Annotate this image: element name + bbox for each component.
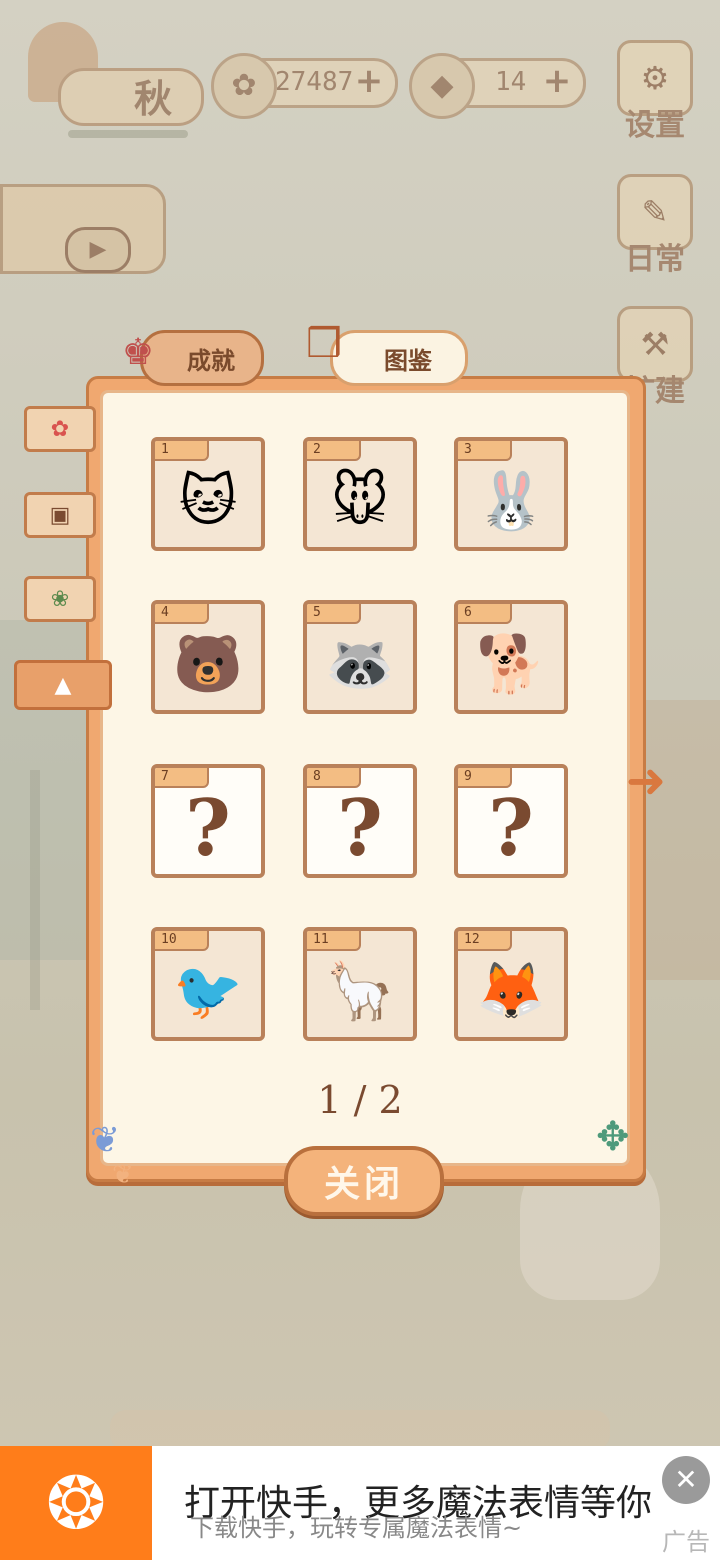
card-number: 6 xyxy=(458,604,512,624)
trophy-icon: ♚ xyxy=(121,331,155,373)
character-card[interactable]: 12 🦊 xyxy=(454,927,568,1041)
add-fish-coin-button[interactable]: + xyxy=(353,64,385,98)
card-number: 4 xyxy=(155,604,209,624)
photo-icon: ▣ xyxy=(49,502,71,528)
cheese-value: 14 xyxy=(495,67,527,97)
small-butterfly-icon: ❦ xyxy=(112,1160,134,1190)
book-icon: ❒ xyxy=(306,321,342,367)
category-tab-animals[interactable]: ▲ xyxy=(14,660,112,710)
raccoon-icon: 🦝 xyxy=(325,632,395,697)
category-tab-photo[interactable]: ▣ xyxy=(24,492,96,538)
season-indicator: 秋 xyxy=(28,22,204,138)
card-number: 3 xyxy=(458,441,512,461)
settings-label: 设置 xyxy=(625,108,685,143)
background-lamp xyxy=(30,770,40,1010)
ad-label: 广告 xyxy=(662,1528,710,1556)
bouquet-icon: ❀ xyxy=(50,586,70,612)
cat-silhouette-icon: ▲ xyxy=(54,672,72,698)
fish-coin-value: 27487 xyxy=(275,67,354,97)
category-tab-bouquet[interactable]: ❀ xyxy=(24,576,96,622)
daily-label: 日常 xyxy=(625,242,685,277)
rose-icon: ✿ xyxy=(50,416,70,442)
bear-icon: 🐻 xyxy=(173,632,243,697)
background-shop xyxy=(640,700,720,980)
page-indicator: 1 / 2 xyxy=(317,1078,403,1122)
background-bottom-buttons xyxy=(110,1410,610,1450)
next-page-arrow-icon[interactable]: ➜ xyxy=(618,753,674,809)
character-card[interactable]: 8? xyxy=(303,764,417,878)
character-card[interactable]: 6 🐕 xyxy=(454,600,568,714)
video-reward-button[interactable]: ▶ xyxy=(0,184,166,274)
cheese-counter[interactable]: ◆ 14 + xyxy=(409,53,586,119)
card-number: 12 xyxy=(458,931,512,951)
question-icon: ? xyxy=(185,782,231,874)
card-number: 5 xyxy=(307,604,361,624)
fox-icon: 🦊 xyxy=(476,959,546,1024)
character-card[interactable]: 7? xyxy=(151,764,265,878)
card-number: 1 xyxy=(155,441,209,461)
ad-close-button[interactable]: ✕ xyxy=(662,1456,710,1504)
season-progress-bar xyxy=(68,130,188,138)
card-number: 11 xyxy=(307,931,361,951)
play-icon: ▶ xyxy=(65,227,131,273)
tab-catalog-label: 图鉴 xyxy=(384,345,432,375)
ad-banner[interactable]: ❂ 打开快手，更多魔法表情等你 下载快手，玩转专属魔法表情~ ✕ 广告 xyxy=(0,1446,720,1560)
settings-button[interactable]: ⚙ 设置 xyxy=(616,40,694,144)
character-card[interactable]: 3 🐰 xyxy=(454,437,568,551)
add-cheese-button[interactable]: + xyxy=(541,64,573,98)
butterfly-icon: ❦ xyxy=(90,1120,121,1161)
season-badge xyxy=(58,68,204,126)
character-card[interactable]: 2 🐭 xyxy=(303,437,417,551)
ad-subtitle: 下载快手，玩转专属魔法表情~ xyxy=(190,1514,523,1542)
dragonfly-icon: ✥ xyxy=(596,1114,630,1160)
alpaca-icon: 🦙 xyxy=(325,959,395,1024)
character-card[interactable]: 10 🐦 xyxy=(151,927,265,1041)
shiba-icon: 🐕 xyxy=(476,632,546,697)
kuaishou-logo-icon: ❂ xyxy=(0,1446,152,1560)
character-card[interactable]: 11 🦙 xyxy=(303,927,417,1041)
fish-bone-icon: ✿ xyxy=(211,53,277,119)
close-button[interactable]: 关闭 xyxy=(284,1146,444,1216)
category-tab-flower[interactable]: ✿ xyxy=(24,406,96,452)
daily-button[interactable]: ✎ 日常 xyxy=(616,174,694,278)
character-card[interactable]: 5 🦝 xyxy=(303,600,417,714)
question-icon: ? xyxy=(488,782,534,874)
character-card[interactable]: 4 🐻 xyxy=(151,600,265,714)
crow-icon: 🐦 xyxy=(173,959,243,1024)
cat-icon: 🐱 xyxy=(178,468,238,534)
mouse-icon: 🐭 xyxy=(330,468,390,534)
tab-achievements-label: 成就 xyxy=(187,345,235,375)
season-label: 秋 xyxy=(133,76,172,121)
card-number: 2 xyxy=(307,441,361,461)
character-card[interactable]: 9? xyxy=(454,764,568,878)
fish-coin-counter[interactable]: ✿ 27487 + xyxy=(211,53,398,119)
cheese-icon: ◆ xyxy=(409,53,475,119)
rabbit-icon: 🐰 xyxy=(476,469,546,534)
character-card[interactable]: 1 🐱 xyxy=(151,437,265,551)
card-number: 10 xyxy=(155,931,209,951)
question-icon: ? xyxy=(337,782,383,874)
